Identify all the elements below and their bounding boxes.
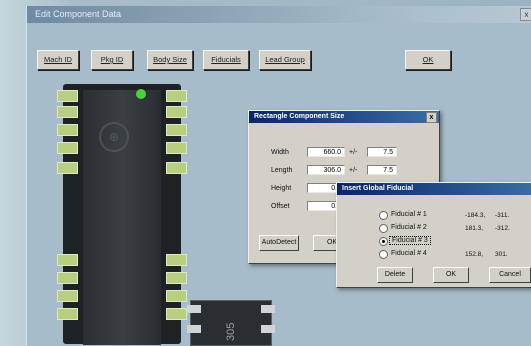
lead-pin [166, 124, 187, 136]
window-title: Edit Component Data [35, 9, 122, 19]
plusminus-label: +/- [349, 149, 358, 156]
width-label: Width [271, 149, 289, 156]
lead-pin [57, 90, 78, 102]
body-size-button[interactable]: Body Size [147, 50, 193, 70]
component-logo-icon: ⊕ [99, 122, 129, 152]
fiducial-1-x: -184.3, [465, 212, 486, 219]
offset-label: Offset [271, 203, 290, 210]
ok-button[interactable]: OK [405, 50, 451, 70]
part-pad [187, 305, 201, 313]
ok-button[interactable]: OK [433, 267, 469, 283]
autodetect-button[interactable]: AutoDetect [259, 235, 299, 251]
fiducial-1-y: -311. [495, 212, 510, 219]
fiducial-2-label: Fiducial # 2 [391, 224, 427, 231]
cancel-button[interactable]: Cancel [489, 267, 531, 283]
fiducial-4-x: 152.8, [465, 251, 484, 258]
lead-pin [57, 124, 78, 136]
fiducial-4-label: Fiducial # 4 [391, 250, 427, 257]
fiducial-3-radio[interactable] [379, 237, 388, 246]
window-titlebar: Edit Component Data x [27, 6, 531, 23]
lead-pin [57, 254, 78, 266]
lead-pin [166, 272, 187, 284]
lead-pin [166, 90, 187, 102]
length-field[interactable]: 306.0 [307, 165, 345, 175]
fiducial-2-y: -312. [495, 225, 510, 232]
dialog-title: Insert Global Fiducial [342, 185, 414, 192]
lead-pin [166, 308, 187, 320]
lead-pin [57, 272, 78, 284]
length-tolerance-field[interactable]: 7.5 [367, 165, 397, 175]
dialog-title-bar: Rectangle Component Size x [249, 111, 439, 123]
fiducial-3-label: Fiducial # 3 [389, 236, 431, 245]
part-pad [187, 325, 201, 333]
plusminus-label: +/- [349, 167, 358, 174]
lead-group-button[interactable]: Lead Group [259, 50, 311, 70]
width-field[interactable]: 660.0 [307, 147, 345, 157]
fiducial-4-radio[interactable] [379, 250, 388, 259]
lead-pin [166, 290, 187, 302]
fiducial-2-x: 181.3, [465, 225, 484, 232]
dialog-title: Rectangle Component Size [254, 113, 345, 120]
fiducial-1-radio[interactable] [379, 211, 388, 220]
lead-pin [166, 254, 187, 266]
component-image: ⊕ [57, 84, 187, 345]
height-label: Height [271, 185, 292, 192]
pkg-id-button[interactable]: Pkg ID [91, 50, 133, 70]
fiducial-2-radio[interactable] [379, 224, 388, 233]
dialog-title-bar: Insert Global Fiducial [337, 183, 531, 195]
part-marking: 305 [225, 322, 237, 341]
insert-fiducial-dialog: Insert Global Fiducial Fiducial # 1 -184… [336, 182, 531, 288]
length-label: Length [271, 167, 293, 174]
delete-button[interactable]: Delete [377, 267, 413, 283]
lead-pin [57, 308, 78, 320]
close-icon[interactable]: x [426, 112, 437, 123]
mach-id-button[interactable]: Mach ID [37, 50, 79, 70]
width-tolerance-field[interactable]: 7.5 [367, 147, 397, 157]
lead-pin [166, 162, 187, 174]
fiducial-4-y: 301. [495, 251, 508, 258]
toolbar: Mach ID Pkg ID Body Size Fiducials Lead … [27, 23, 531, 70]
part-pad [261, 305, 275, 313]
close-icon[interactable]: x [520, 8, 531, 21]
lead-pin [57, 162, 78, 174]
part-pad [261, 325, 275, 333]
fiducials-button[interactable]: Fiducials [203, 50, 249, 70]
fiducial-1-label: Fiducial # 1 [391, 211, 427, 218]
lead-pin [166, 106, 187, 118]
lead-pin [57, 142, 78, 154]
lead-pin [57, 290, 78, 302]
pin1-marker [136, 89, 146, 99]
lead-pin [166, 142, 187, 154]
small-part-image: 305 [187, 300, 275, 346]
lead-pin [57, 106, 78, 118]
